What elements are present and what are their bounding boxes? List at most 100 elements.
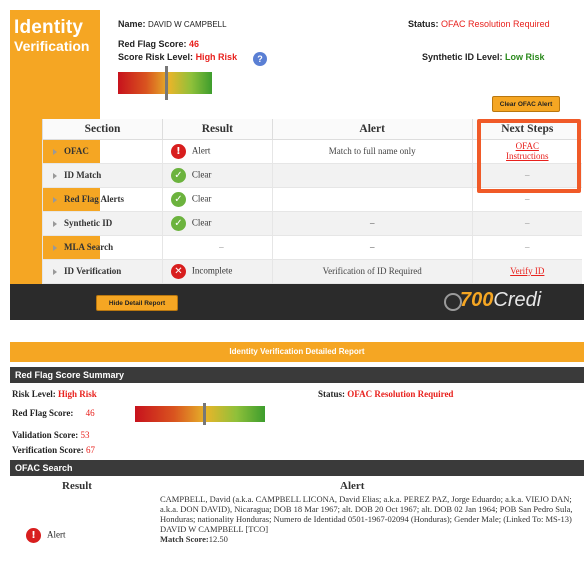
col-result: Result	[161, 119, 273, 140]
expand-arrow-icon[interactable]	[53, 148, 57, 155]
result-label: Clear	[191, 217, 212, 228]
verify-id-link[interactable]: Verify ID	[510, 266, 544, 276]
section-cell[interactable]: Red Flag Alerts	[42, 187, 163, 212]
validation-score-value: 53	[80, 430, 90, 440]
red-flag-summary-header: Red Flag Score Summary	[10, 367, 584, 383]
alert-icon: !	[26, 528, 41, 543]
section-label: MLA Search	[64, 242, 114, 252]
name-value: DAVID W CAMPBELL	[148, 20, 227, 29]
verification-score-label: Verification Score:	[12, 445, 84, 455]
alert-cell: –	[271, 235, 473, 260]
risk-level-label: Score Risk Level:	[118, 52, 194, 62]
validation-score-label: Validation Score:	[12, 430, 79, 440]
synthetic-id-row: Synthetic ID Level: Low Risk	[422, 52, 545, 62]
ofac-alert-text: CAMPBELL, David (a.k.a. CAMPBELL LICONA,…	[160, 494, 580, 544]
expand-arrow-icon[interactable]	[53, 220, 57, 227]
report-status-label: Status:	[318, 389, 346, 399]
status-value: OFAC Resolution Required	[441, 19, 550, 29]
result-cell: ✕ Incomplete	[161, 259, 273, 284]
section-label: OFAC	[64, 146, 89, 156]
report-title: Identity Verification Detailed Report	[10, 342, 584, 362]
result-cell: ✓ Clear	[161, 187, 273, 212]
ofac-match-score: Match Score:12.50	[160, 534, 580, 544]
next-steps-cell: –	[471, 211, 582, 236]
700credit-logo: 700Credi	[460, 289, 541, 312]
result-cell: –	[161, 235, 273, 260]
risk-level-row: Score Risk Level: High Risk	[118, 52, 237, 62]
result-label: Clear	[191, 193, 212, 204]
result-cell: ! Alert	[161, 139, 273, 164]
ofac-search-header: OFAC Search	[10, 460, 584, 476]
alert-cell: Verification of ID Required	[271, 259, 473, 284]
result-label: Alert	[191, 145, 211, 156]
verification-score-value: 67	[85, 445, 95, 455]
report-status-value: OFAC Resolution Required	[347, 389, 454, 399]
ofac-alert-details: CAMPBELL, David (a.k.a. CAMPBELL LICONA,…	[160, 494, 573, 524]
validation-score-row: Validation Score: 53	[12, 430, 90, 440]
logo-word: Credi	[493, 289, 542, 311]
synthetic-id-label: Synthetic ID Level:	[422, 52, 503, 62]
verification-score-row: Verification Score: 67	[12, 445, 95, 455]
section-cell[interactable]: MLA Search	[42, 235, 163, 260]
ofac-match-label: Match Score:	[160, 534, 209, 544]
ofac-col-alert: Alert	[340, 480, 365, 492]
report-risk-level-value: High Risk	[58, 389, 97, 399]
next-steps-highlight	[477, 119, 581, 193]
synthetic-id-value: Low Risk	[505, 52, 545, 62]
section-cell[interactable]: ID Match	[42, 163, 163, 188]
red-flag-score-row: Red Flag Score: 46	[118, 39, 199, 49]
logo-number: 700	[460, 289, 494, 311]
report-red-flag-row: Red Flag Score: 46	[12, 408, 95, 418]
table-row[interactable]: MLA Search – – –	[42, 235, 582, 260]
check-icon: ✓	[170, 215, 186, 231]
section-cell[interactable]: OFAC	[42, 139, 163, 164]
brand-line-2: Verification	[14, 38, 90, 54]
expand-arrow-icon[interactable]	[53, 172, 57, 179]
alert-cell	[271, 187, 473, 212]
result-label: –	[219, 242, 224, 252]
red-flag-score-label: Red Flag Score:	[118, 39, 187, 49]
report-red-flag-gauge	[135, 406, 265, 422]
risk-level-value: High Risk	[195, 52, 238, 62]
ofac-col-result: Result	[62, 480, 92, 492]
report-red-flag-label: Red Flag Score:	[12, 408, 74, 418]
expand-arrow-icon[interactable]	[53, 244, 57, 251]
section-label: ID Verification	[64, 266, 122, 276]
col-alert: Alert	[271, 119, 473, 140]
section-label: Synthetic ID	[64, 218, 113, 228]
brand-line-1: Identity	[14, 17, 84, 38]
expand-arrow-icon[interactable]	[53, 196, 57, 203]
ofac-name-line: DAVID W CAMPBELL [TCO]	[160, 524, 269, 534]
result-label: Incomplete	[191, 265, 233, 276]
alert-icon: !	[170, 143, 186, 159]
brand-title: Identity Verification	[14, 18, 98, 53]
red-flag-gauge-marker	[165, 66, 168, 100]
section-cell[interactable]: ID Verification	[42, 259, 163, 284]
alert-cell	[271, 163, 473, 188]
report-risk-level-label: Risk Level:	[12, 389, 56, 399]
result-cell: ✓ Clear	[161, 211, 273, 236]
report-risk-level-row: Risk Level: High Risk	[12, 389, 97, 399]
check-icon: ✓	[170, 167, 186, 183]
result-label: Clear	[191, 169, 212, 180]
ofac-match-value: 12.50	[208, 534, 228, 544]
expand-arrow-icon[interactable]	[53, 268, 57, 275]
next-steps-cell: Verify ID	[471, 259, 582, 284]
clear-ofac-alert-button[interactable]: Clear OFAC Alert	[492, 96, 560, 112]
ofac-result: ! Alert	[26, 528, 66, 543]
check-icon: ✓	[170, 191, 186, 207]
name-label: Name:	[118, 19, 146, 29]
section-cell[interactable]: Synthetic ID	[42, 211, 163, 236]
col-section: Section	[42, 119, 163, 140]
report-red-flag-value: 46	[85, 408, 95, 418]
report-status-row: Status: OFAC Resolution Required	[318, 389, 453, 399]
help-icon[interactable]: ?	[253, 52, 267, 66]
table-row[interactable]: ID Verification ✕ Incomplete Verification…	[42, 259, 582, 284]
next-steps-cell: –	[471, 235, 582, 260]
alert-cell: Match to full name only	[271, 139, 473, 164]
section-label: Red Flag Alerts	[64, 194, 124, 204]
hide-detail-report-button[interactable]: Hide Detail Report	[96, 295, 178, 311]
report-red-flag-gauge-marker	[203, 403, 206, 425]
name-row: Name: DAVID W CAMPBELL	[118, 19, 227, 29]
table-row[interactable]: Synthetic ID ✓ Clear – –	[42, 211, 582, 236]
